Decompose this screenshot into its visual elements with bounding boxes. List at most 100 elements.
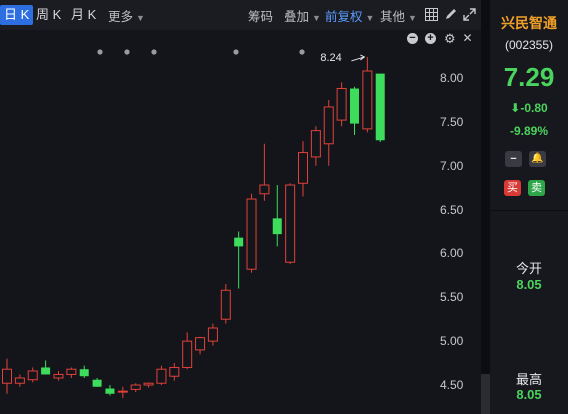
candle[interactable]: [310, 126, 321, 166]
more-dropdown[interactable]: 更多 ▼: [108, 6, 145, 25]
price-axis-tick: 7.50: [440, 114, 464, 129]
candle[interactable]: [27, 367, 38, 383]
candle[interactable]: [105, 385, 115, 396]
adjust-dropdown[interactable]: 前复权 ▼: [325, 6, 374, 25]
pen-icon[interactable]: [444, 8, 457, 21]
candle-body: [349, 88, 359, 124]
candle-body: [156, 368, 167, 384]
expand-icon[interactable]: [463, 8, 476, 21]
candle[interactable]: [246, 193, 257, 273]
price-axis-tick: 8.00: [440, 71, 464, 85]
tab-week-k[interactable]: 周 K: [32, 5, 65, 25]
candle[interactable]: [234, 231, 244, 289]
event-marker-dot[interactable]: [124, 49, 130, 55]
candle-body: [27, 370, 38, 381]
price-axis-tick: 6.50: [440, 202, 464, 217]
chevron-down-icon: ▼: [408, 13, 417, 23]
candle[interactable]: [336, 82, 347, 127]
sell-button[interactable]: 卖: [528, 180, 545, 196]
candle-body: [195, 337, 206, 351]
chart-toolbar: 日 K 周 K 月 K 更多 ▼ 筹码 叠加 ▼ 前复权 ▼ 其他 ▼: [0, 0, 481, 30]
zoom-in-icon[interactable]: +: [425, 33, 436, 44]
candle[interactable]: [207, 323, 218, 346]
candle[interactable]: [259, 143, 270, 201]
candle-body: [169, 366, 180, 377]
panel-divider: [481, 0, 490, 414]
event-marker-dot[interactable]: [233, 49, 239, 55]
candle-body: [117, 390, 128, 393]
stock-name: 兴民智通: [501, 15, 557, 31]
candle-body: [259, 184, 270, 195]
candle-body: [323, 106, 334, 145]
chips-button[interactable]: 筹码: [248, 6, 273, 25]
tab-day-k[interactable]: 日 K: [0, 5, 34, 25]
change-value: -0.80: [520, 101, 548, 115]
adjust-label: 前复权: [325, 10, 363, 24]
quote-panel: 兴民智通 (002355) 7.29 ⬇-0.80 -9.89% − 🔔 买 卖…: [490, 0, 568, 414]
candle-body: [220, 289, 231, 320]
candle-body: [298, 152, 309, 184]
candle[interactable]: [143, 382, 154, 388]
candle[interactable]: [130, 383, 141, 393]
candle[interactable]: [2, 358, 12, 394]
max-price-arrow-icon: [351, 54, 366, 62]
candle[interactable]: [182, 332, 193, 370]
more-label: 更多: [108, 10, 134, 24]
candle-body: [234, 237, 244, 247]
candle[interactable]: [92, 377, 102, 387]
candle[interactable]: [285, 183, 296, 264]
candle-body: [310, 130, 321, 158]
candle[interactable]: [66, 367, 77, 378]
candle[interactable]: [169, 363, 180, 381]
price-axis-tick: 5.50: [440, 290, 464, 305]
candle[interactable]: [195, 336, 206, 355]
high-label: 最高: [515, 372, 542, 387]
candle[interactable]: [14, 374, 25, 387]
remove-watchlist-button[interactable]: −: [505, 151, 522, 167]
candle[interactable]: [156, 365, 167, 385]
candle-body: [53, 373, 64, 379]
chevron-down-icon: ▼: [312, 13, 321, 23]
candle[interactable]: [272, 185, 282, 247]
event-marker-dot[interactable]: [151, 49, 157, 55]
candle-body: [246, 198, 257, 270]
candle[interactable]: [298, 141, 309, 197]
chevron-down-icon: ▼: [136, 13, 145, 23]
chevron-down-icon: ▼: [365, 13, 375, 23]
event-marker-dot[interactable]: [97, 49, 103, 55]
candle[interactable]: [362, 56, 373, 133]
gear-icon[interactable]: ⚙: [444, 32, 456, 45]
candle[interactable]: [53, 370, 64, 381]
bell-icon[interactable]: 🔔: [529, 151, 546, 167]
candle[interactable]: [117, 386, 128, 399]
candlestick-chart[interactable]: 8.24: [0, 44, 436, 414]
high-value: 8.05: [516, 387, 542, 402]
candle-body: [130, 384, 141, 390]
close-icon[interactable]: ✕: [462, 32, 473, 44]
candle[interactable]: [220, 284, 231, 324]
stock-code: (002355): [504, 38, 554, 52]
buy-button[interactable]: 买: [504, 180, 521, 196]
grid-icon[interactable]: [425, 8, 438, 21]
tab-month-k[interactable]: 月 K: [67, 5, 100, 25]
zoom-out-icon[interactable]: −: [407, 33, 418, 44]
other-dropdown[interactable]: 其他 ▼: [380, 6, 417, 25]
candle-body: [14, 377, 25, 384]
candle[interactable]: [323, 99, 334, 166]
candle-body: [336, 88, 347, 121]
overlay-dropdown[interactable]: 叠加 ▼: [284, 6, 321, 25]
scrollbar[interactable]: [481, 374, 490, 414]
price-change: ⬇-0.80: [490, 101, 568, 115]
other-label: 其他: [380, 10, 406, 24]
event-marker-dot[interactable]: [299, 49, 305, 55]
price-axis-tick: 4.50: [440, 378, 464, 392]
candle[interactable]: [349, 86, 359, 136]
candle-body: [41, 367, 51, 375]
divider: [490, 210, 568, 211]
candle[interactable]: [375, 73, 385, 143]
candle[interactable]: [41, 360, 51, 375]
candle-body: [66, 368, 77, 375]
candle[interactable]: [79, 365, 89, 378]
candle-body: [285, 184, 296, 263]
open-label: 今开: [515, 261, 542, 276]
